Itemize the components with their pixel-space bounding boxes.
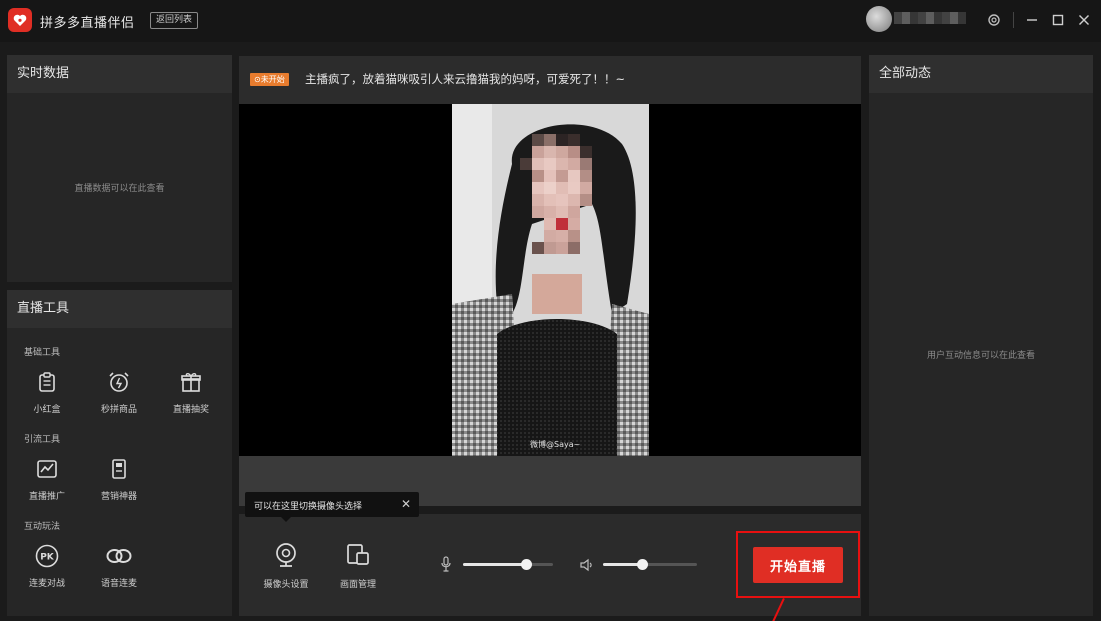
minimize-icon[interactable] xyxy=(1023,11,1041,29)
realtime-data-title: 实时数据 xyxy=(7,55,232,93)
tool-lottery[interactable]: 直播抽奖 xyxy=(161,368,221,415)
tools-group-label-basic: 基础工具 xyxy=(24,348,61,358)
clipboard-icon xyxy=(17,368,77,396)
tool-label: 营销神器 xyxy=(100,492,137,502)
pk-icon: PK xyxy=(17,542,77,570)
app-title: 拼多多直播伴侣 xyxy=(40,16,135,31)
camera-preview: 微博@Saya~ xyxy=(239,104,861,456)
tool-flash-sale[interactable]: 秒拼商品 xyxy=(89,368,149,415)
all-activity-panel: 全部动态 用户互动信息可以在此查看 xyxy=(869,55,1093,616)
tool-label: 秒拼商品 xyxy=(100,405,137,415)
gift-icon xyxy=(161,368,221,396)
camera-settings-label: 摄像头设置 xyxy=(263,580,309,590)
tool-red-box[interactable]: 小红盒 xyxy=(17,368,77,415)
marketing-icon xyxy=(89,455,149,483)
all-activity-title: 全部动态 xyxy=(869,55,1093,93)
trend-chart-icon xyxy=(17,455,77,483)
live-tools-title: 直播工具 xyxy=(7,290,232,328)
tools-group-label-traffic: 引流工具 xyxy=(24,435,61,445)
live-tools-panel: 直播工具 基础工具 小红盒 秒拼商品 直播抽奖 引流工具 直播推广 营销神器 互… xyxy=(7,290,232,616)
tool-label: 直播推广 xyxy=(28,492,65,502)
camera-feed-image: 微博@Saya~ xyxy=(452,104,649,456)
status-badge: ⊙未开始 xyxy=(250,73,289,86)
scene-manage-label: 画面管理 xyxy=(339,580,376,590)
tooltip-close-icon[interactable]: ✕ xyxy=(401,497,411,511)
tooltip-tail xyxy=(281,517,291,522)
tool-label: 小红盒 xyxy=(33,405,61,415)
tools-group-label-interaction: 互动玩法 xyxy=(24,522,61,532)
realtime-data-panel: 实时数据 直播数据可以在此查看 xyxy=(7,55,232,282)
scene-manage-button[interactable]: 画面管理 xyxy=(323,541,393,590)
screens-icon xyxy=(323,541,393,569)
all-activity-empty-note: 用户互动信息可以在此查看 xyxy=(926,351,1035,361)
tool-label: 语音连麦 xyxy=(100,579,137,589)
close-window-icon[interactable] xyxy=(1075,11,1093,29)
start-live-button[interactable]: 开始直播 xyxy=(753,547,843,583)
tooltip-text: 可以在这里切换摄像头选择 xyxy=(254,502,363,512)
microphone-icon xyxy=(441,556,451,576)
tool-marketing[interactable]: 营销神器 xyxy=(89,455,149,502)
live-topic-bar: ⊙未开始 主播疯了，放着猫咪吸引人来云撸猫我的妈呀，可爱死了！！~ xyxy=(239,56,861,104)
title-bar: 拼多多直播伴侣 返回列表 xyxy=(0,0,1101,42)
live-topic-text[interactable]: 主播疯了，放着猫咪吸引人来云撸猫我的妈呀，可爱死了！！~ xyxy=(305,71,625,87)
link-icon xyxy=(89,542,149,570)
alarm-clock-icon xyxy=(89,368,149,396)
microphone-volume-knob[interactable] xyxy=(521,559,532,570)
camera-switch-tooltip: 可以在这里切换摄像头选择 ✕ xyxy=(245,492,419,522)
microphone-volume-slider[interactable] xyxy=(463,559,553,570)
maximize-icon[interactable] xyxy=(1049,11,1067,29)
webcam-icon xyxy=(251,541,321,569)
user-name-blurred xyxy=(894,12,966,24)
video-watermark: 微博@Saya~ xyxy=(530,440,581,449)
user-avatar[interactable] xyxy=(866,6,892,32)
microphone-volume-fill xyxy=(463,563,526,566)
svg-text:PK: PK xyxy=(40,553,55,563)
realtime-data-empty-note: 直播数据可以在此查看 xyxy=(74,184,165,194)
tool-pk-battle[interactable]: PK 连麦对战 xyxy=(17,542,77,589)
app-logo-icon xyxy=(8,8,32,32)
back-to-list-button[interactable]: 返回列表 xyxy=(150,12,199,29)
app-window: 拼多多直播伴侣 返回列表 实时数据 直播数据可以在此查看 直播工具 基础工具 小 xyxy=(0,0,1101,621)
camera-settings-button[interactable]: 摄像头设置 xyxy=(251,541,321,590)
tool-label: 连麦对战 xyxy=(28,579,65,589)
tool-voice-link[interactable]: 语音连麦 xyxy=(89,542,149,589)
speaker-volume-slider[interactable] xyxy=(603,559,697,570)
speaker-icon xyxy=(580,557,594,576)
title-divider xyxy=(1013,12,1014,28)
tool-label: 直播抽奖 xyxy=(172,405,209,415)
tool-promotion[interactable]: 直播推广 xyxy=(17,455,77,502)
speaker-volume-knob[interactable] xyxy=(637,559,648,570)
settings-gear-icon[interactable] xyxy=(985,11,1003,29)
